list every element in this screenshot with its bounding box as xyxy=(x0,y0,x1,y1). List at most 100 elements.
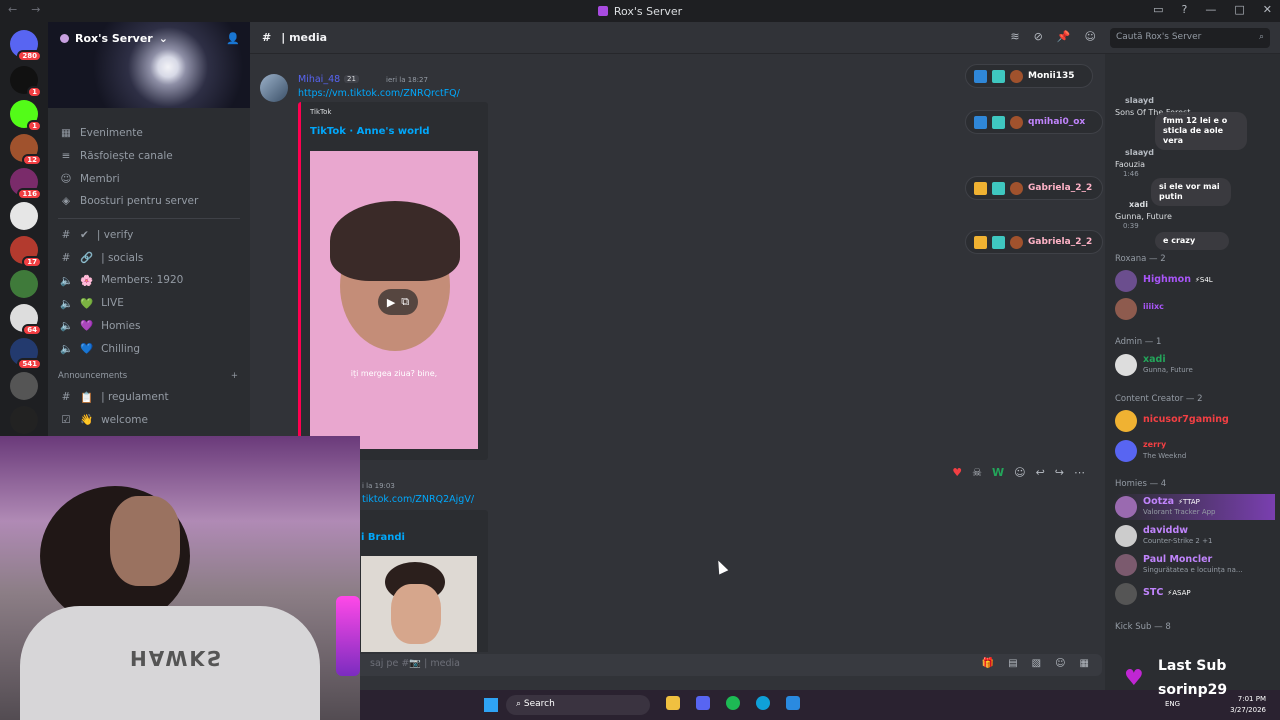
message-link[interactable]: tiktok.com/ZNRQ2AjgV/ xyxy=(362,494,474,505)
maximize-icon[interactable]: □ xyxy=(1234,3,1244,16)
avatar xyxy=(1115,298,1137,320)
threads-icon[interactable]: ≋ xyxy=(1010,30,1019,43)
user-pill[interactable]: Gabriela_2_2 xyxy=(965,230,1103,254)
message-input[interactable]: saj pe #📷 | media xyxy=(260,654,1102,676)
member-item[interactable]: Ootza ⚡TTAP Valorant Tracker App xyxy=(1115,494,1275,520)
reply-icon[interactable]: ↩ xyxy=(1036,466,1045,479)
embed-video[interactable] xyxy=(361,556,477,652)
server-icon[interactable]: 12 xyxy=(10,134,42,166)
message-composer: saj pe #📷 | media 🎁 ▤ ▧ ☺ ▦ xyxy=(250,652,1105,690)
more-icon[interactable]: ⋯ xyxy=(1074,466,1085,479)
nav-browse-channels[interactable]: ≡ Răsfoiește canale xyxy=(48,145,250,168)
pin-icon[interactable]: 📌 xyxy=(1057,30,1071,43)
avatar xyxy=(1115,410,1137,432)
member-item[interactable]: daviddw Counter-Strike 2 +1 xyxy=(1115,523,1275,549)
skull-reaction-icon[interactable]: ☠ xyxy=(972,466,982,479)
dm-home-button[interactable]: 280 xyxy=(10,30,42,62)
channel-socials[interactable]: # 🔗 | socials xyxy=(48,246,250,269)
back-arrow-icon[interactable]: ← xyxy=(8,3,17,16)
gif-icon[interactable]: ▤ xyxy=(1008,658,1017,669)
member-item[interactable]: Paul Moncler Singurătatea e locuința na.… xyxy=(1115,552,1275,578)
close-icon[interactable]: ✕ xyxy=(1263,3,1272,16)
apps-icon[interactable]: ▦ xyxy=(1080,658,1089,669)
activity-time: 0:39 xyxy=(1123,222,1139,230)
server-icon[interactable] xyxy=(10,202,38,230)
member-item[interactable]: xadi Gunna, Future xyxy=(1115,352,1275,378)
embed-video[interactable]: ▶ ⧉ iți mergea ziua? bine, xyxy=(310,151,478,449)
channel-chilling[interactable]: 🔈 💙 Chilling xyxy=(48,337,250,360)
add-member-icon[interactable]: 👤 xyxy=(226,32,240,45)
user-pill[interactable]: Monii135 xyxy=(965,64,1093,88)
member-item[interactable]: iiiixc xyxy=(1115,296,1275,322)
member-item[interactable]: zerry The Weeknd xyxy=(1115,438,1275,464)
minimize-icon[interactable]: — xyxy=(1205,3,1216,16)
member-item[interactable]: Highmon ⚡S4L xyxy=(1115,268,1275,294)
category-announcements[interactable]: Announcements + xyxy=(48,366,250,386)
forward-arrow-icon[interactable]: → xyxy=(31,3,40,16)
embed-title[interactable]: i Brandi xyxy=(361,532,405,543)
member-name: nicusor7gaming xyxy=(1143,414,1229,425)
flower-icon: 🌸 xyxy=(80,274,94,287)
sticker-icon[interactable]: ▧ xyxy=(1032,658,1041,669)
server-icon[interactable] xyxy=(10,270,38,298)
avatar xyxy=(1115,354,1137,376)
user-pill[interactable]: qmihai0_ox xyxy=(965,110,1103,134)
channel-regulament[interactable]: # 📋 | regulament xyxy=(48,386,250,409)
avatar xyxy=(1010,69,1023,83)
channel-label: Members: 1920 xyxy=(101,274,184,287)
channel-homies[interactable]: 🔈 💜 Homies xyxy=(48,315,250,338)
member-list-icon[interactable]: ☺ xyxy=(1085,30,1096,43)
forward-icon[interactable]: ↪ xyxy=(1055,466,1064,479)
embed-title[interactable]: TikTok · Anne's world xyxy=(310,126,430,137)
nav-boosts[interactable]: ◈ Boosturi pentru server xyxy=(48,190,250,213)
add-reaction-icon[interactable]: ☺ xyxy=(1014,466,1025,479)
message-link[interactable]: https://vm.tiktok.com/ZNRQrctFQ/ xyxy=(298,88,460,99)
channel-verify[interactable]: # ✔ | verify xyxy=(48,224,250,247)
channel-welcome[interactable]: ☑ 👋 welcome xyxy=(48,409,250,432)
search-icon: ⌕ xyxy=(516,699,524,709)
user-pill[interactable]: Gabriela_2_2 xyxy=(965,176,1103,200)
start-button[interactable] xyxy=(484,698,498,712)
app-icon[interactable] xyxy=(786,696,800,710)
discord-icon[interactable] xyxy=(696,696,710,710)
member-item[interactable]: STC ⚡ASAP xyxy=(1115,581,1275,607)
search-icon: ⌕ xyxy=(1258,32,1264,42)
nav-members[interactable]: ☺ Membri xyxy=(48,167,250,190)
server-icon[interactable]: 541 xyxy=(10,338,42,370)
edge-icon[interactable] xyxy=(756,696,770,710)
badge-icon xyxy=(974,181,987,195)
group-label-text: Content Creator — 2 xyxy=(1115,394,1203,404)
channel-members[interactable]: 🔈 🌸 Members: 1920 xyxy=(48,269,250,292)
member-name: slaayd xyxy=(1125,148,1154,157)
help-icon[interactable]: ? xyxy=(1182,3,1188,16)
server-icon[interactable] xyxy=(10,372,38,400)
server-icon[interactable]: 17 xyxy=(10,236,42,268)
video-face xyxy=(391,584,441,644)
gift-icon[interactable]: 🎁 xyxy=(982,658,994,669)
server-icon[interactable]: 64 xyxy=(10,304,42,336)
avatar xyxy=(1115,270,1137,292)
server-name-button[interactable]: Rox's Server ⌄ xyxy=(60,32,168,45)
emoji-icon[interactable]: ☺ xyxy=(1055,658,1065,669)
inbox-icon[interactable]: ▭ xyxy=(1153,3,1163,16)
heart-reaction-icon[interactable]: ♥ xyxy=(952,466,962,479)
search-input[interactable]: Caută Rox's Server ⌕ xyxy=(1110,28,1270,48)
taskbar-search[interactable]: ⌕ Search xyxy=(506,695,650,715)
check-icon: ✔ xyxy=(80,229,89,242)
member-item[interactable]: nicusor7gaming xyxy=(1115,408,1275,434)
w-reaction-icon[interactable]: W xyxy=(992,466,1004,479)
channel-live[interactable]: 🔈 💚 LIVE xyxy=(48,292,250,315)
nav-events[interactable]: ▦ Evenimente xyxy=(48,122,250,145)
mute-icon[interactable]: ⊘ xyxy=(1034,30,1043,43)
server-icon[interactable]: 116 xyxy=(10,168,42,200)
server-icon[interactable]: 1 xyxy=(10,100,42,132)
avatar[interactable] xyxy=(260,74,288,102)
plus-icon[interactable]: + xyxy=(231,371,238,381)
file-explorer-icon[interactable] xyxy=(666,696,680,710)
server-icon[interactable] xyxy=(10,406,38,434)
server-icon[interactable]: 1 xyxy=(10,66,42,98)
spotify-icon[interactable] xyxy=(726,696,740,710)
play-button[interactable]: ▶ ⧉ xyxy=(378,289,418,315)
member-name: slaayd xyxy=(1125,96,1154,105)
message-author[interactable]: Mihai_48 xyxy=(298,74,340,85)
